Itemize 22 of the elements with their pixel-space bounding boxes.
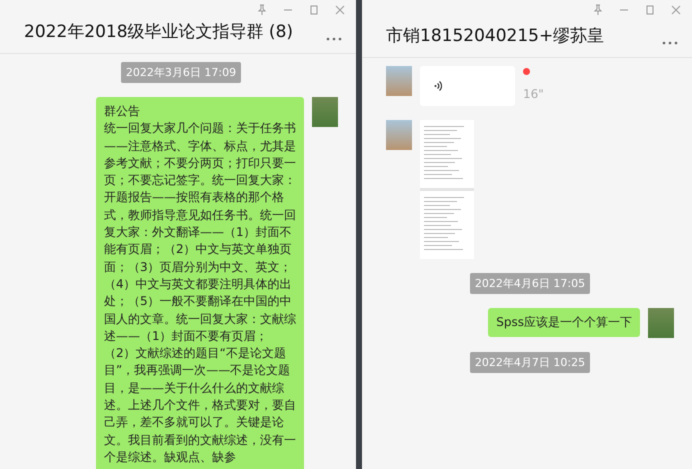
more-options-icon[interactable] — [326, 36, 342, 40]
chat-title: 2022年2018级毕业论文指导群 (8) — [24, 21, 294, 43]
chat-title: 市销18152040215+缪荪皇 — [386, 25, 604, 47]
close-icon[interactable] — [670, 4, 682, 16]
timestamp: 2022年4月7日 10:25 — [470, 352, 590, 373]
message-bubble: Spss应该是一个个算一下 — [488, 308, 640, 338]
pin-icon[interactable] — [592, 4, 604, 16]
more-options-icon[interactable] — [662, 40, 678, 44]
message-bubble: 群公告 统一回复大家几个问题：关于任务书——注意格式、字体、标点，尤其是参考文献；不要分两页；打印只要一页；不要忘记签字。统一回复大家：开题报告——按照有表格的那个格式，教师指导意见如任务书。统一回复大家：外文翻译——（1）封面不能有页眉；（2）中文与英文单独页面；（3）页眉分别为中文、英文；（4）中文与英文都要注明具体的出处；（5）一般不要翻译在中国的中国人的文章。统一回复大家：文献综述——（1）封面不要有页眉；（2）文献综述的题目“不是论文题目”，我再强调一次——不是论文题目，是——关于什么什么的文献综述。上述几个文件，格式要对，要自己弄，差不多就可以了。关键是论文。我目前看到的文献综述，没有一个是综述。缺观点、缺参 — [96, 97, 304, 469]
avatar-photo[interactable] — [648, 308, 674, 338]
maximize-icon[interactable] — [644, 4, 656, 16]
sound-wave-icon — [434, 80, 442, 92]
timestamp: 2022年4月6日 17:05 — [470, 273, 590, 294]
avatar-photo[interactable] — [386, 66, 412, 96]
avatar-photo[interactable] — [312, 97, 338, 127]
close-icon[interactable] — [334, 4, 346, 16]
voice-duration: 16" — [523, 87, 544, 101]
avatar-photo[interactable] — [386, 120, 412, 150]
document-image[interactable] — [420, 120, 474, 259]
maximize-icon[interactable] — [308, 4, 320, 16]
pin-icon[interactable] — [256, 4, 268, 16]
timestamp: 2022年3月6日 17:09 — [120, 62, 242, 83]
